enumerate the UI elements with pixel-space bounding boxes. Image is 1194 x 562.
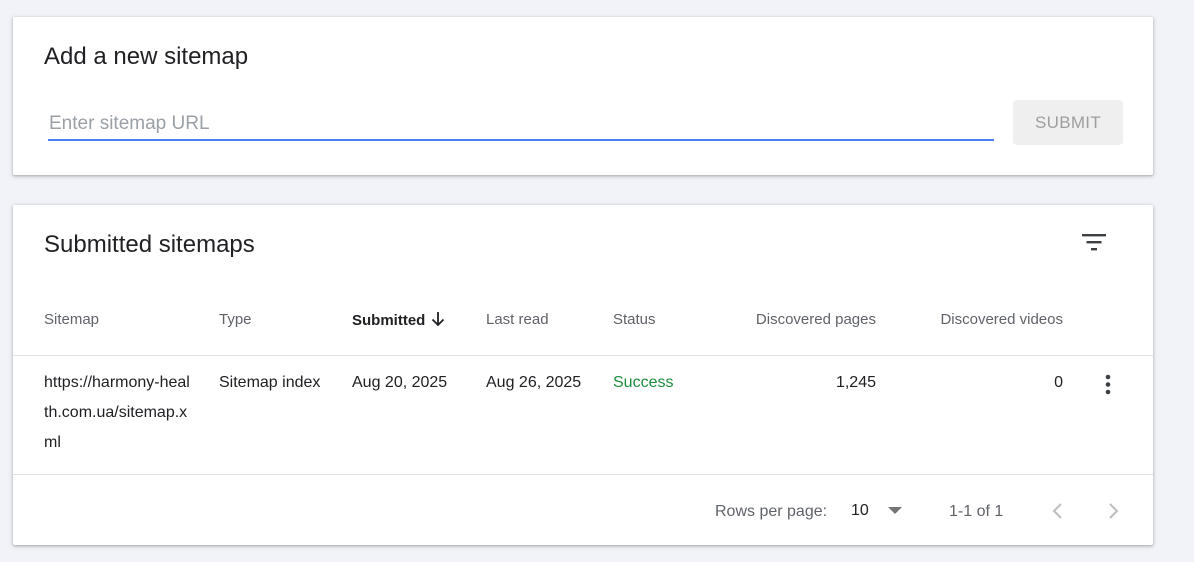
column-header-submitted[interactable]: Submitted [352,311,445,330]
row-divider [13,474,1153,475]
row-discovered-videos: 0 [1054,374,1063,391]
column-header-status[interactable]: Status [613,311,656,329]
submit-button[interactable]: SUBMIT [1013,100,1123,145]
row-status: Success [613,374,674,391]
rows-per-page-value: 10 [851,502,869,519]
column-header-discovered-videos[interactable]: Discovered videos [893,311,1063,329]
rows-per-page-select[interactable]: 10 [844,496,909,526]
chevron-right-icon[interactable] [1098,496,1128,526]
pagination-range: 1-1 of 1 [949,503,1004,520]
filter-icon[interactable] [1081,231,1107,253]
column-header-submitted-label: Submitted [352,312,426,329]
arrow-down-icon [432,312,445,327]
row-submitted-date: Aug 20, 2025 [352,374,448,391]
header-divider [13,355,1153,356]
submitted-sitemaps-title: Submitted sitemaps [44,231,255,258]
add-sitemap-card: Add a new sitemap SUBMIT [13,17,1153,175]
column-header-discovered-pages[interactable]: Discovered pages [713,311,876,329]
column-header-last-read[interactable]: Last read [486,311,549,329]
sitemap-url-input[interactable] [48,109,994,141]
caret-down-icon [888,507,902,514]
column-header-sitemap[interactable]: Sitemap [44,311,99,329]
row-sitemap-url: https://harmony-health.com.ua/sitemap.xm… [44,374,190,451]
column-header-type[interactable]: Type [219,311,252,329]
more-vert-icon[interactable] [1098,373,1118,397]
submitted-sitemaps-card: Submitted sitemaps Sitemap Type Submitte… [13,205,1153,545]
row-discovered-pages: 1,245 [835,374,876,391]
rows-per-page-label: Rows per page: [715,503,828,520]
row-type: Sitemap index [219,374,321,391]
row-last-read-date: Aug 26, 2025 [486,374,582,391]
add-sitemap-title: Add a new sitemap [44,43,249,70]
chevron-left-icon[interactable] [1043,496,1073,526]
